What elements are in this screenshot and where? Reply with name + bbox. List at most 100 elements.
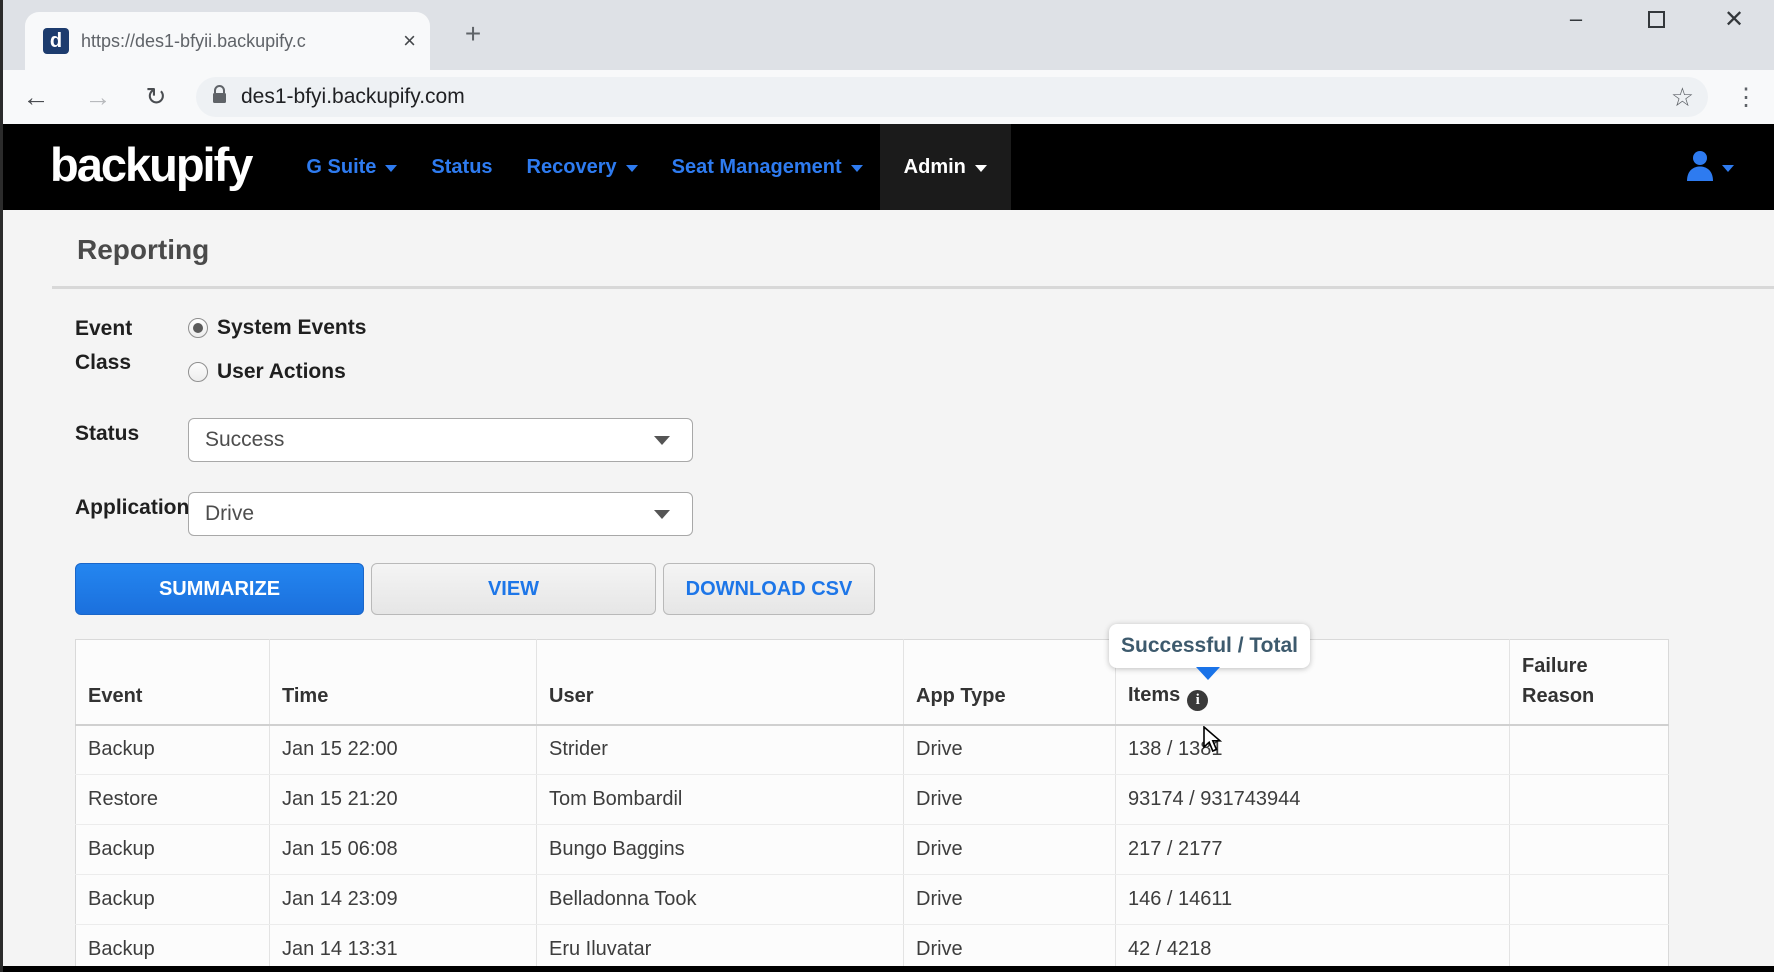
column-header-time: Time — [270, 640, 537, 725]
radio-label: System Events — [217, 316, 366, 340]
radio-button[interactable] — [188, 362, 208, 382]
table-cell: Drive — [904, 725, 1116, 775]
column-header-event: Event — [76, 640, 270, 725]
table-cell: 42 / 4218 — [1116, 925, 1510, 972]
forward-button[interactable]: → — [76, 75, 120, 119]
status-label: Status — [75, 422, 139, 446]
download-csv-button[interactable]: DOWNLOAD CSV — [663, 563, 875, 615]
table-row: BackupJan 14 13:31Eru IluvatarDrive42 / … — [76, 925, 1669, 972]
favicon: d — [43, 28, 69, 54]
nav-item-admin[interactable]: Admin — [880, 124, 1011, 210]
browser-toolbar: ← → ↻ des1-bfyi.backupify.com ☆ — [0, 70, 1774, 124]
new-tab-button[interactable]: + — [455, 16, 491, 52]
column-header-user: User — [537, 640, 904, 725]
browser-tab[interactable]: d https://des1-bfyii.backupify.c × — [25, 12, 430, 70]
table-cell: Backup — [76, 825, 270, 875]
table-cell: 146 / 14611 — [1116, 875, 1510, 925]
table-cell: Jan 15 06:08 — [270, 825, 537, 875]
chevron-down-icon — [851, 165, 863, 172]
column-header-app-type: App Type — [904, 640, 1116, 725]
column-header-items-label: Items — [1128, 684, 1180, 706]
table-cell: 138 / 1381 — [1116, 725, 1510, 775]
browser-menu-icon[interactable]: ⋮ — [1726, 74, 1766, 120]
info-icon[interactable]: i — [1187, 690, 1208, 711]
table-cell: Drive — [904, 875, 1116, 925]
table-cell: Eru Iluvatar — [537, 925, 904, 972]
nav-item-g-suite[interactable]: G Suite — [289, 124, 414, 210]
application-label: Application — [75, 496, 189, 520]
radio-button[interactable] — [188, 318, 208, 338]
maximize-button[interactable] — [1628, 0, 1684, 38]
chevron-down-icon — [1722, 165, 1734, 172]
tab-close-icon[interactable]: × — [403, 30, 416, 52]
chevron-down-icon — [626, 165, 638, 172]
table-cell: Restore — [76, 775, 270, 825]
application-select[interactable]: Drive — [188, 492, 693, 536]
browser-window: d https://des1-bfyii.backupify.c × + – ✕… — [0, 0, 1774, 972]
table-cell: Backup — [76, 725, 270, 775]
url-text[interactable]: des1-bfyi.backupify.com — [241, 85, 1671, 109]
mouse-cursor-icon — [1202, 726, 1228, 759]
table-cell: Jan 15 21:20 — [270, 775, 537, 825]
maximize-icon — [1648, 11, 1665, 28]
chevron-down-icon — [975, 165, 987, 172]
table-row: BackupJan 15 22:00StriderDrive138 / 1381 — [76, 725, 1669, 775]
view-button[interactable]: VIEW — [371, 563, 656, 615]
page-title: Reporting — [77, 234, 209, 266]
dropdown-caret-icon — [654, 436, 670, 445]
table-cell: Belladonna Took — [537, 875, 904, 925]
radio-label: User Actions — [217, 360, 346, 384]
backupify-logo[interactable]: backupify — [50, 141, 251, 194]
url-bar[interactable]: des1-bfyi.backupify.com ☆ — [196, 77, 1708, 117]
column-header-failure-reason: Failure Reason — [1510, 640, 1669, 725]
tab-title: https://des1-bfyii.backupify.c — [81, 31, 395, 52]
window-left-edge — [0, 0, 3, 972]
table-cell: 217 / 2177 — [1116, 825, 1510, 875]
nav-item-label: Recovery — [527, 156, 617, 179]
nav-item-label: G Suite — [306, 156, 376, 179]
nav-item-recovery[interactable]: Recovery — [510, 124, 655, 210]
table-cell: 93174 / 931743944 — [1116, 775, 1510, 825]
user-icon — [1685, 149, 1715, 186]
table-cell: Bungo Baggins — [537, 825, 904, 875]
nav-item-label: Seat Management — [672, 156, 842, 179]
table-cell — [1510, 875, 1669, 925]
status-select-value: Success — [205, 428, 654, 452]
dropdown-caret-icon — [654, 510, 670, 519]
bookmark-star-icon[interactable]: ☆ — [1671, 82, 1694, 113]
table-header: Event Time User App Type Itemsi Failure … — [76, 640, 1669, 725]
table-cell: Backup — [76, 875, 270, 925]
app-navbar: backupify G Suite Status Recovery Seat Mana… — [0, 124, 1774, 210]
table-cell: Tom Bombardil — [537, 775, 904, 825]
radio-option-system-events[interactable]: System Events — [188, 314, 366, 342]
report-table: Event Time User App Type Itemsi Failure … — [75, 639, 1669, 972]
table-row: BackupJan 15 06:08Bungo BagginsDrive217 … — [76, 825, 1669, 875]
nav-item-label: Status — [431, 156, 492, 179]
table-cell: Jan 14 13:31 — [270, 925, 537, 972]
table-row: RestoreJan 15 21:20Tom BombardilDrive931… — [76, 775, 1669, 825]
nav-item-seat-management[interactable]: Seat Management — [655, 124, 880, 210]
user-menu[interactable] — [1685, 124, 1734, 210]
status-select[interactable]: Success — [188, 418, 693, 462]
close-window-button[interactable]: ✕ — [1706, 0, 1762, 38]
reporting-page: Reporting Event Class System Events User… — [0, 210, 1774, 972]
table-cell: Drive — [904, 775, 1116, 825]
table-cell: Backup — [76, 925, 270, 972]
summarize-button[interactable]: SUMMARIZE — [75, 563, 364, 615]
lock-icon — [212, 85, 227, 109]
table-body: BackupJan 15 22:00StriderDrive138 / 1381… — [76, 725, 1669, 972]
minimize-button[interactable]: – — [1548, 0, 1604, 38]
radio-option-user-actions[interactable]: User Actions — [188, 358, 346, 386]
table-cell — [1510, 825, 1669, 875]
reload-button[interactable]: ↻ — [134, 75, 178, 119]
tooltip-caret-icon — [1196, 667, 1220, 680]
table-cell: Jan 14 23:09 — [270, 875, 537, 925]
table-cell — [1510, 925, 1669, 972]
table-cell: Strider — [537, 725, 904, 775]
back-button[interactable]: ← — [14, 75, 58, 119]
table-cell: Drive — [904, 925, 1116, 972]
items-tooltip: Successful / Total — [1109, 624, 1310, 668]
table-cell: Drive — [904, 825, 1116, 875]
table-cell — [1510, 775, 1669, 825]
nav-item-status[interactable]: Status — [414, 124, 509, 210]
